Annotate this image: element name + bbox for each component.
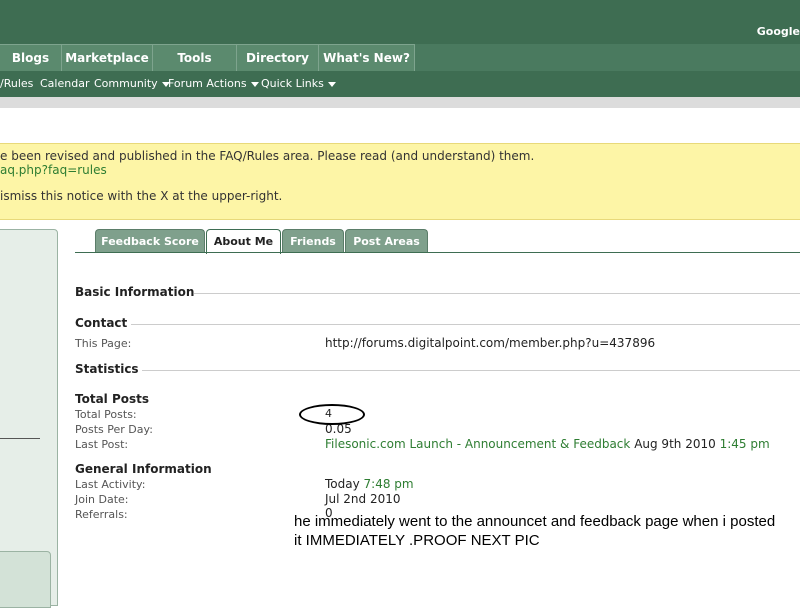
last-activity-value: Today 7:48 pm: [325, 477, 414, 491]
main-nav: Blogs Marketplace Tools Directory What's…: [0, 44, 800, 71]
general-information-heading: General Information: [75, 462, 212, 476]
annotation-line-2: it IMMEDIATELY .PROOF NEXT PIC: [294, 532, 540, 549]
notice-banner: e been revised and published in the FAQ/…: [0, 143, 800, 220]
subnav-quick-links[interactable]: Quick Links: [261, 71, 336, 97]
last-post-link[interactable]: Filesonic.com Launch - Announcement & Fe…: [325, 437, 630, 451]
contact-heading: Contact: [75, 316, 128, 330]
last-activity-label: Last Activity:: [75, 478, 146, 491]
nav-tab-marketplace[interactable]: Marketplace: [62, 44, 153, 71]
chevron-down-icon: [327, 81, 336, 87]
subnav-rules[interactable]: /Rules: [0, 71, 33, 97]
notice-line-3: ismiss this notice with the X at the upp…: [0, 189, 283, 203]
nav-tab-blogs[interactable]: Blogs: [0, 44, 62, 71]
subnav-community-label: Community: [94, 77, 158, 90]
profile-sidebar: [0, 229, 58, 606]
notice-rules-link[interactable]: aq.php?faq=rules: [0, 163, 107, 177]
highlight-circle: [299, 404, 365, 425]
nav-tab-tools[interactable]: Tools: [153, 44, 237, 71]
last-post-value: Filesonic.com Launch - Announcement & Fe…: [325, 437, 770, 451]
subnav-calendar[interactable]: Calendar: [40, 71, 89, 97]
sidebar-box: [0, 551, 51, 608]
referrals-label: Referrals:: [75, 508, 128, 521]
section-rule: [194, 293, 800, 294]
nav-tab-whats-new[interactable]: What's New?: [319, 44, 415, 71]
section-rule: [142, 370, 800, 371]
last-activity-day: Today: [325, 477, 360, 491]
posts-per-day-label: Posts Per Day:: [75, 423, 153, 436]
annotation-line-1: he immediately went to the announcet and…: [294, 513, 776, 530]
statistics-heading: Statistics: [75, 362, 139, 376]
last-activity-time: 7:48 pm: [363, 477, 414, 491]
last-post-date: Aug 9th 2010: [634, 437, 716, 451]
section-rule: [131, 324, 800, 325]
nav-tab-directory[interactable]: Directory: [237, 44, 319, 71]
subnav-forum-actions[interactable]: Forum Actions: [168, 71, 259, 97]
subnav-forum-actions-label: Forum Actions: [168, 77, 247, 90]
google-label: Google: [756, 25, 800, 38]
total-posts-label: Total Posts:: [75, 408, 137, 421]
tab-feedback-score[interactable]: Feedback Score: [95, 229, 205, 253]
tab-post-areas[interactable]: Post Areas: [345, 229, 428, 253]
join-date-value: Jul 2nd 2010: [325, 492, 401, 506]
tab-about-me[interactable]: About Me: [206, 229, 281, 254]
notice-line-1: e been revised and published in the FAQ/…: [0, 149, 535, 163]
total-posts-heading: Total Posts: [75, 392, 150, 406]
sidebar-divider: [0, 438, 40, 439]
tab-friends[interactable]: Friends: [282, 229, 344, 253]
profile-url-link[interactable]: http://forums.digitalpoint.com/member.ph…: [325, 336, 655, 350]
subnav-community[interactable]: Community: [94, 71, 170, 97]
this-page-label: This Page:: [75, 337, 132, 350]
header-divider: [0, 97, 800, 108]
last-post-time: 1:45 pm: [719, 437, 770, 451]
top-header: Google: [0, 0, 800, 44]
sub-nav: /Rules Calendar Community Forum Actions …: [0, 71, 800, 97]
tab-underline: [75, 252, 800, 253]
join-date-label: Join Date:: [75, 493, 129, 506]
subnav-quick-links-label: Quick Links: [261, 77, 324, 90]
chevron-down-icon: [250, 81, 259, 87]
basic-information-heading: Basic Information: [75, 285, 195, 299]
last-post-label: Last Post:: [75, 438, 129, 451]
